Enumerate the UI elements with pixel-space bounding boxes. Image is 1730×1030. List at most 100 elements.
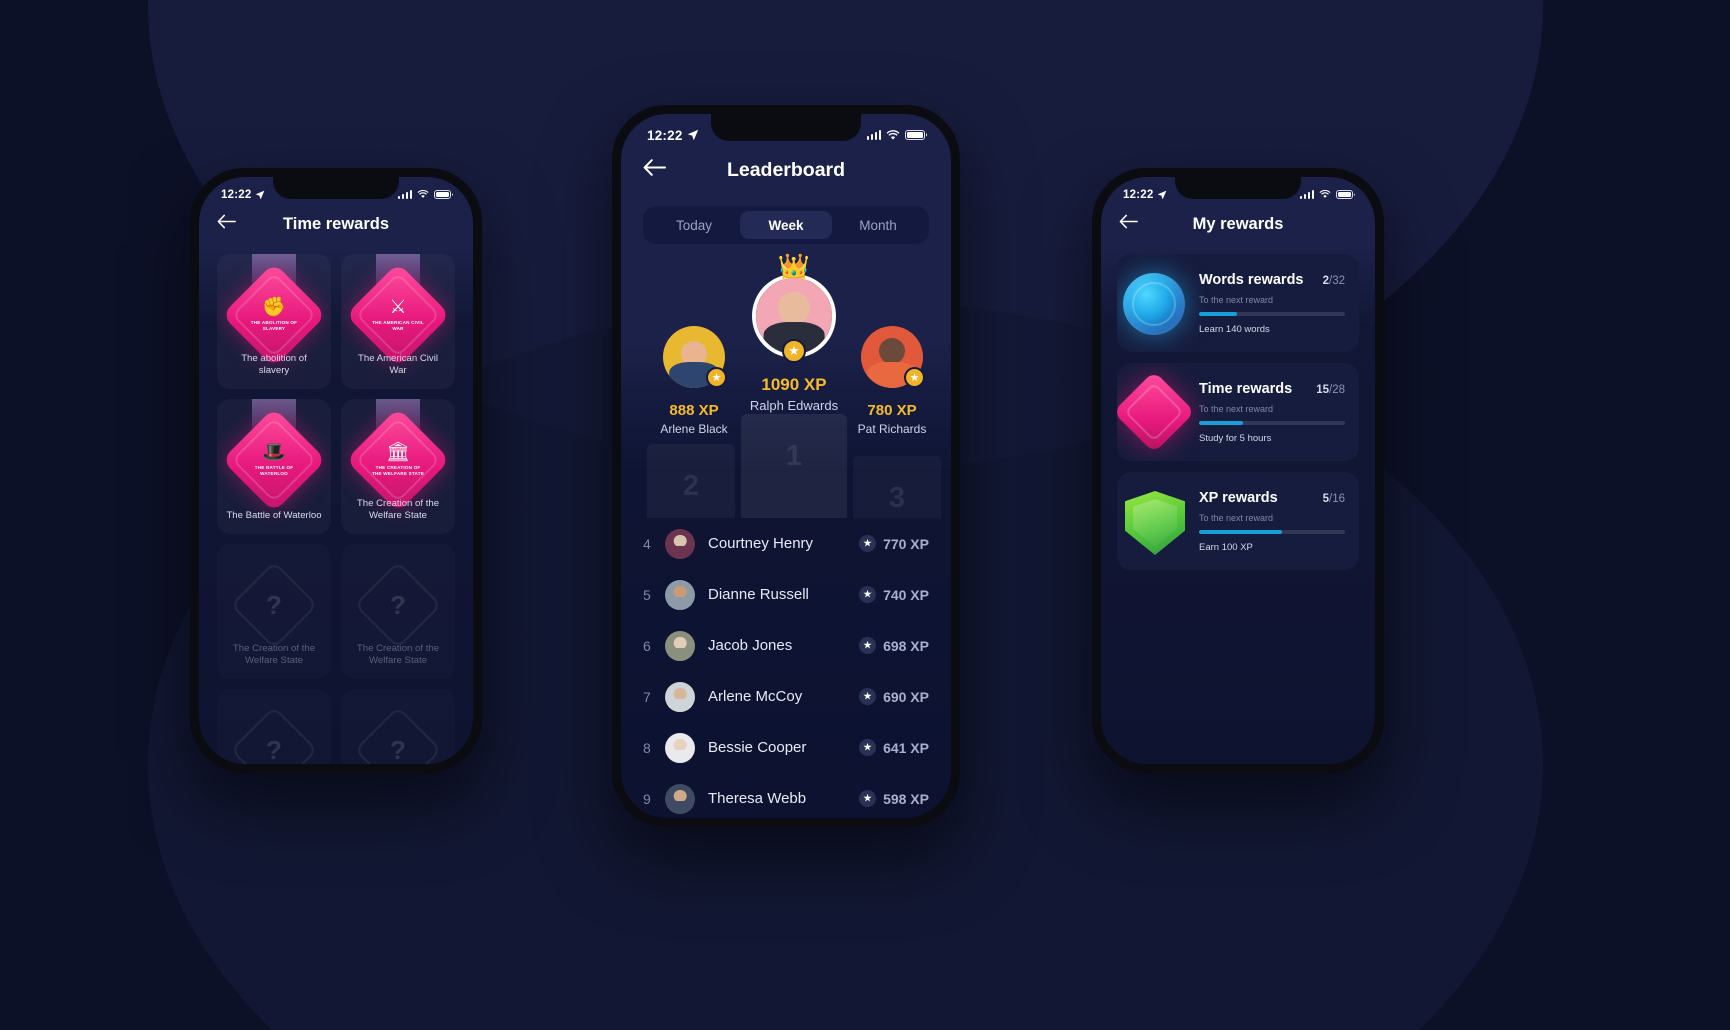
- row-xp-group: ★ 740 XP: [859, 586, 929, 603]
- row-xp-group: ★ 770 XP: [859, 535, 929, 552]
- status-time-group: 12:22: [221, 189, 265, 201]
- winner-name: Pat Richards: [857, 422, 927, 436]
- reward-card[interactable]: Time rewards 15/28 To the next reward Study…: [1117, 363, 1359, 461]
- row-xp-group: ★ 598 XP: [859, 790, 929, 807]
- row-rank: 5: [643, 586, 651, 603]
- status-bar: 12:22: [1101, 177, 1375, 204]
- battery-icon: [434, 190, 451, 199]
- medal-caption: The Battle of Waterloo: [254, 465, 294, 476]
- row-rank: 7: [643, 688, 651, 705]
- badge-label: The Battle of Waterloo: [226, 510, 322, 522]
- badge-card-locked[interactable]: ? The Creation of the Welfare State: [341, 544, 455, 679]
- badge-card-locked[interactable]: ?: [341, 689, 455, 764]
- leaderboard-row[interactable]: 5 Dianne Russell ★ 740 XP: [643, 569, 929, 620]
- rewards-badge-grid: ✊ The abolition of slavery The abolition o…: [199, 244, 473, 764]
- reward-goal: Learn 140 words: [1199, 323, 1270, 335]
- phone-my-rewards: 12:22 My rewards Words rewards 2/32 To the…: [1092, 168, 1384, 773]
- avatar: ★: [861, 326, 925, 388]
- row-name: Courtney Henry: [708, 535, 814, 552]
- avatar: ★: [663, 326, 727, 388]
- status-time: 12:22: [1123, 188, 1154, 201]
- row-xp-value: 770 XP: [883, 535, 929, 552]
- status-time: 12:22: [221, 188, 252, 201]
- status-indicators: [1299, 190, 1353, 199]
- podium-place-number: 3: [888, 482, 906, 514]
- location-arrow-icon: [256, 190, 265, 199]
- cellular-signal-icon: [397, 190, 412, 199]
- gem-icon: [1117, 363, 1196, 461]
- tab-month[interactable]: Month: [832, 211, 924, 239]
- page-title: Leaderboard: [726, 158, 846, 181]
- leaderboard-list: 4 Courtney Henry ★ 770 XP 5 Dianne Russell ★ 74…: [621, 518, 951, 818]
- navigation-bar: Time rewards: [199, 204, 473, 244]
- row-xp-value: 598 XP: [883, 790, 929, 807]
- avatar: [665, 783, 695, 814]
- status-indicators: [397, 190, 451, 199]
- row-xp-group: ★ 698 XP: [859, 637, 929, 654]
- badge-label: The Creation of the Welfare State: [232, 642, 316, 667]
- status-bar: 12:22: [621, 114, 951, 146]
- status-time-group: 12:22: [647, 128, 699, 143]
- medal-icon: ⚔ The American Civil War: [345, 262, 451, 368]
- badge-card-locked[interactable]: ?: [217, 689, 331, 764]
- page-title: My rewards: [1192, 214, 1284, 233]
- podium: 2 1 3 ★ 888 XP Arlene Black 👑 ★ 1090 XP …: [621, 250, 951, 518]
- medal-icon: 🏛 The Creation of the Welfare State: [345, 407, 451, 513]
- my-rewards-list: Words rewards 2/32 To the next reward Learn…: [1101, 244, 1375, 570]
- location-arrow-icon: [687, 129, 698, 141]
- avatar: [665, 681, 695, 712]
- star-icon: ★: [859, 790, 877, 807]
- reward-title: Words rewards: [1199, 271, 1304, 288]
- tab-today[interactable]: Today: [648, 211, 740, 239]
- leaderboard-row[interactable]: 4 Courtney Henry ★ 770 XP: [643, 518, 929, 569]
- podium-place-number: 2: [682, 470, 700, 502]
- reward-current: 15: [1316, 383, 1329, 396]
- podium-block-1: 1: [741, 414, 847, 518]
- reward-title: Time rewards: [1199, 380, 1293, 397]
- row-xp-value: 740 XP: [883, 586, 929, 603]
- badge-card-locked[interactable]: ? The Creation of the Welfare State: [217, 544, 331, 679]
- reward-subtitle: To the next reward: [1199, 294, 1274, 305]
- locked-medal-icon: ?: [230, 706, 318, 764]
- status-bar: 12:22: [199, 177, 473, 204]
- row-xp-group: ★ 641 XP: [859, 739, 929, 756]
- reward-card[interactable]: Words rewards 2/32 To the next reward Learn…: [1117, 254, 1359, 352]
- badge-label: The American Civil War: [358, 352, 438, 377]
- cellular-signal-icon: [1299, 190, 1314, 199]
- screenshot-stage: 12:22 Time rewards ✊ The abolition of sla…: [0, 0, 1730, 1030]
- reward-card[interactable]: XP rewards 5/16 To the next reward Earn 100…: [1117, 472, 1359, 570]
- orb-icon: [1117, 254, 1195, 352]
- podium-block-2: 2: [647, 444, 735, 518]
- badge-card[interactable]: 🏛 The Creation of the Welfare State The Cr…: [341, 399, 455, 534]
- cellular-signal-icon: [866, 130, 881, 140]
- avatar: [665, 732, 695, 763]
- medal-caption: The Creation of the Welfare State: [372, 465, 424, 476]
- leaderboard-row[interactable]: 7 Arlene McCoy ★ 690 XP: [643, 671, 929, 722]
- star-icon: ★: [706, 367, 727, 388]
- leaderboard-row[interactable]: 6 Jacob Jones ★ 698 XP: [643, 620, 929, 671]
- tab-week[interactable]: Week: [740, 211, 832, 239]
- podium-winner-second[interactable]: ★ 888 XP Arlene Black: [645, 326, 743, 436]
- navigation-bar: Leaderboard: [621, 146, 951, 194]
- leaderboard-row[interactable]: 8 Bessie Cooper ★ 641 XP: [643, 722, 929, 773]
- badge-card[interactable]: ⚔ The American Civil War The American Civi…: [341, 254, 455, 389]
- podium-winner-first[interactable]: 👑 ★ 1090 XP Ralph Edwards: [739, 254, 849, 413]
- podium-place-number: 1: [785, 440, 803, 472]
- star-icon: ★: [904, 367, 925, 388]
- reward-total: /28: [1329, 383, 1345, 396]
- status-time-group: 12:22: [1123, 189, 1167, 201]
- wifi-icon: [1319, 190, 1331, 198]
- badge-card[interactable]: 🎩 The Battle of Waterloo The Battle of Wat…: [217, 399, 331, 534]
- screen-leaderboard: 12:22 Leaderboard Today Week Month 2 1 3…: [621, 114, 951, 818]
- podium-winner-third[interactable]: ★ 780 XP Pat Richards: [843, 326, 941, 436]
- row-name: Jacob Jones: [708, 637, 793, 654]
- badge-card[interactable]: ✊ The abolition of slavery The abolition o…: [217, 254, 331, 389]
- leaderboard-row[interactable]: 9 Theresa Webb ★ 598 XP: [643, 773, 929, 818]
- row-xp-value: 690 XP: [883, 688, 929, 705]
- row-xp-value: 698 XP: [883, 637, 929, 654]
- row-rank: 4: [643, 535, 651, 552]
- winner-name: Ralph Edwards: [749, 398, 839, 413]
- reward-goal: Earn 100 XP: [1199, 541, 1253, 553]
- row-name: Dianne Russell: [708, 586, 809, 603]
- progress-bar: [1199, 529, 1345, 534]
